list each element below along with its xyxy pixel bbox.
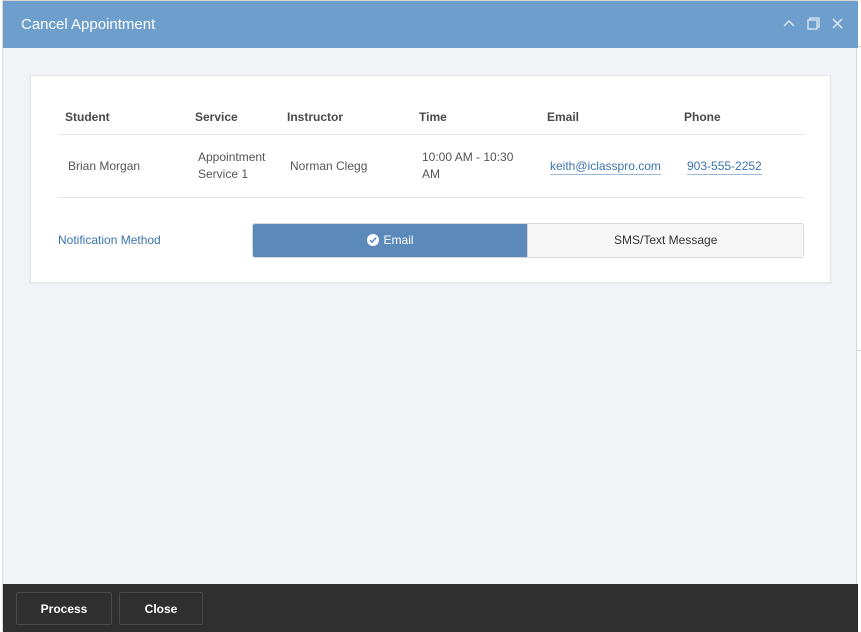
backdrop-divider [857, 350, 861, 351]
appointment-table: Student Service Instructor Time Email Ph… [58, 100, 804, 198]
dialog-title: Cancel Appointment [21, 16, 156, 33]
table-header: Student Service Instructor Time Email Ph… [58, 100, 804, 135]
dialog-header: Cancel Appointment [3, 1, 858, 48]
column-header-time: Time [419, 110, 447, 124]
notification-method-label: Notification Method [58, 233, 161, 247]
dialog-footer: Process Close [3, 584, 858, 632]
column-header-email: Email [547, 110, 580, 124]
check-circle-icon [366, 234, 379, 246]
maximize-icon[interactable] [806, 15, 820, 31]
phone-link[interactable]: 903-555-2252 [687, 158, 762, 175]
instructor-name: Norman Clegg [290, 158, 368, 173]
close-button[interactable]: Close [119, 592, 203, 625]
sms-option-label: SMS/Text Message [614, 233, 718, 247]
email-cell: keith@iclasspro.com [540, 158, 677, 175]
column-header-student: Student [65, 110, 110, 124]
email-option-label: Email [383, 233, 414, 247]
close-icon[interactable] [830, 15, 844, 31]
column-header-service: Service [195, 110, 238, 124]
notification-method-row: Notification Method Email SMS/Text Messa… [58, 222, 804, 258]
notification-method-toggle: Email SMS/Text Message [251, 222, 804, 258]
table-row: Brian Morgan Appointment Service 1 Norma… [58, 135, 804, 198]
column-header-phone: Phone [684, 110, 721, 124]
process-button[interactable]: Process [16, 592, 112, 625]
appointment-card: Student Service Instructor Time Email Ph… [30, 75, 831, 283]
email-option-button[interactable]: Email [252, 223, 528, 257]
appointment-time: 10:00 AM - 10:30 AM [422, 150, 514, 181]
phone-cell: 903-555-2252 [677, 158, 804, 175]
cancel-appointment-dialog: Cancel Appointment Student Service Instr… [2, 0, 858, 632]
student-name: Brian Morgan [68, 158, 141, 173]
column-header-instructor: Instructor [287, 110, 344, 124]
service-name: Appointment Service 1 [198, 150, 266, 181]
sms-option-button[interactable]: SMS/Text Message [527, 223, 803, 257]
chevron-up-icon[interactable] [782, 15, 796, 31]
window-controls [782, 15, 844, 31]
email-link[interactable]: keith@iclasspro.com [550, 158, 661, 175]
